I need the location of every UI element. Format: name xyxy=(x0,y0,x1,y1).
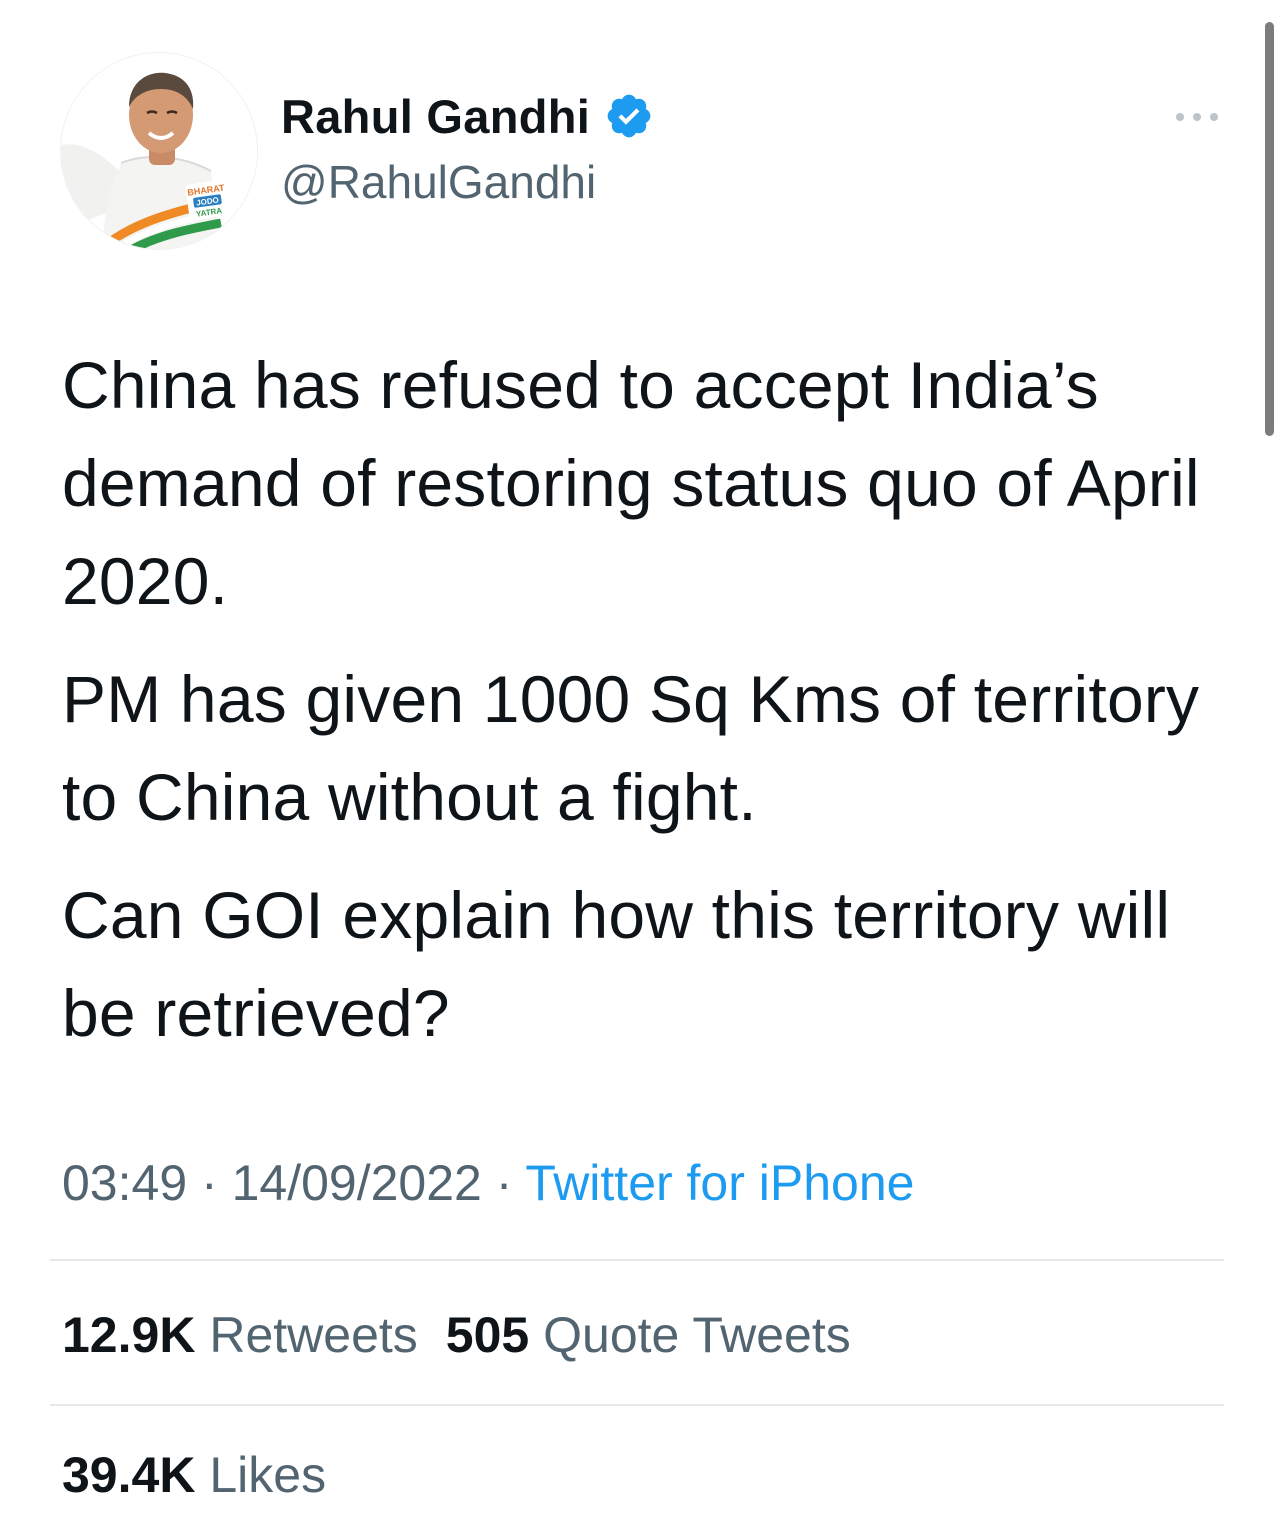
tweet-paragraph: China has refused to accept India’s dema… xyxy=(62,348,1200,618)
retweets-label: Retweets xyxy=(209,1307,418,1363)
author-name-row[interactable]: Rahul Gandhi xyxy=(281,84,654,148)
author-handle[interactable]: @RahulGandhi xyxy=(281,152,596,212)
retweets-stat[interactable]: 12.9K Retweets xyxy=(62,1307,418,1363)
tweet-paragraph: PM has given 1000 Sq Kms of territory to… xyxy=(62,662,1200,834)
likes-row: 39.4K Likes xyxy=(62,1440,326,1510)
avatar-image: BHARAT JODO YATRA xyxy=(61,53,257,249)
meta-separator: · xyxy=(495,1155,513,1211)
author-name[interactable]: Rahul Gandhi xyxy=(281,89,590,144)
tweet-source-link[interactable]: Twitter for iPhone xyxy=(525,1155,914,1211)
likes-stat[interactable]: 39.4K Likes xyxy=(62,1447,326,1503)
tweet-text: China has refused to accept India’s dema… xyxy=(62,336,1232,1082)
scrollbar[interactable] xyxy=(1265,22,1274,436)
quote-tweets-count: 505 xyxy=(445,1307,530,1363)
engagement-row: 12.9K Retweets 505 Quote Tweets xyxy=(62,1300,851,1370)
quote-tweets-label: Quote Tweets xyxy=(543,1307,851,1363)
meta-separator: · xyxy=(201,1155,218,1211)
more-options-icon[interactable] xyxy=(1172,102,1222,132)
divider xyxy=(50,1259,1224,1261)
quote-tweets-stat[interactable]: 505 Quote Tweets xyxy=(446,1307,851,1363)
verified-badge-icon xyxy=(607,94,651,138)
tweet-time[interactable]: 03:49 xyxy=(62,1155,187,1211)
retweets-count: 12.9K xyxy=(62,1307,196,1363)
divider xyxy=(50,1404,1224,1406)
likes-count: 39.4K xyxy=(62,1447,196,1503)
tweet-date[interactable]: 14/09/2022 xyxy=(232,1155,482,1211)
tweet-paragraph: Can GOI explain how this territory will … xyxy=(62,878,1171,1050)
tweet-meta: 03:49 · 14/09/2022 · Twitter for iPhone xyxy=(62,1148,914,1218)
likes-label: Likes xyxy=(209,1447,327,1503)
avatar[interactable]: BHARAT JODO YATRA xyxy=(60,52,258,250)
